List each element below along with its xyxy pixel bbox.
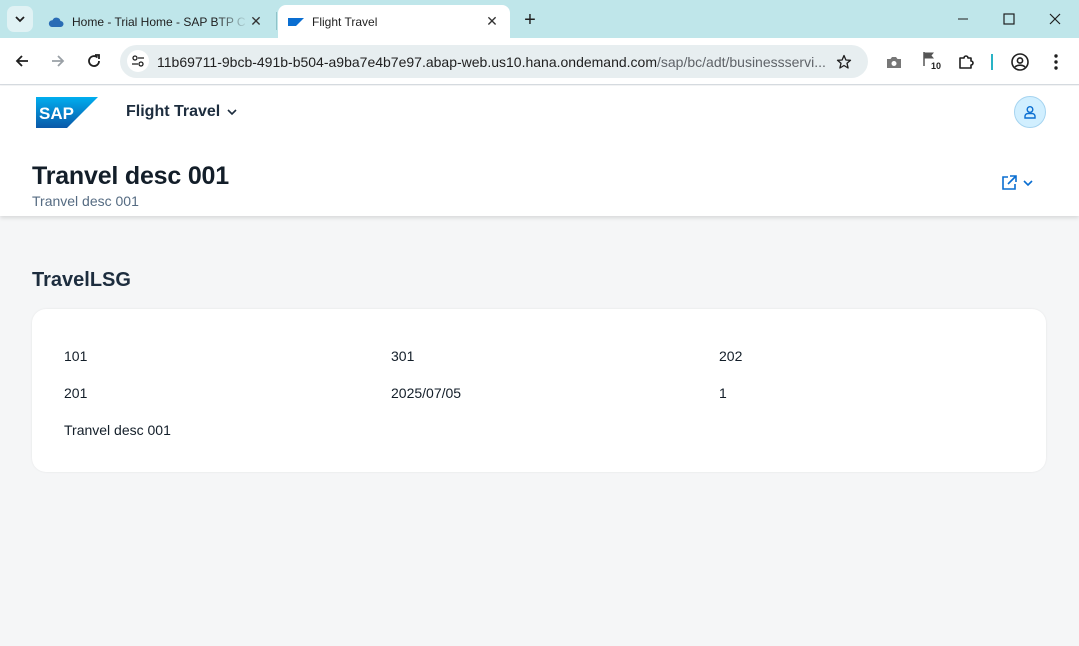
profile-icon[interactable] bbox=[1009, 51, 1031, 73]
flag-extension-icon[interactable]: 10 bbox=[920, 51, 946, 73]
reload-button[interactable] bbox=[81, 48, 107, 74]
app-title-menu[interactable]: Flight Travel bbox=[126, 103, 238, 121]
close-tab-icon[interactable]: ✕ bbox=[484, 13, 500, 30]
toolbar-divider bbox=[991, 54, 993, 70]
chevron-down-icon bbox=[226, 106, 238, 118]
share-menu-button[interactable] bbox=[1000, 174, 1034, 192]
tab-search-button[interactable] bbox=[7, 6, 33, 32]
cloud-icon bbox=[48, 14, 64, 30]
section-title: TravelLSG bbox=[32, 269, 131, 291]
arrow-left-icon bbox=[15, 55, 28, 67]
user-avatar[interactable] bbox=[1014, 96, 1046, 128]
field-value: 301 bbox=[391, 348, 415, 364]
close-tab-icon[interactable]: ✕ bbox=[248, 13, 264, 30]
url-path: /sap/bc/adt/businessservi... bbox=[657, 54, 825, 70]
browser-tab-strip: Home - Trial Home - SAP BTP C ✕ Flight T… bbox=[0, 0, 1079, 38]
tab-trial-home[interactable]: Home - Trial Home - SAP BTP C ✕ bbox=[38, 5, 274, 38]
field-value: Tranvel desc 001 bbox=[64, 422, 171, 438]
logo-text: SAP bbox=[39, 104, 74, 123]
arrow-right-icon bbox=[52, 55, 65, 67]
back-button[interactable] bbox=[9, 48, 35, 74]
maximize-icon[interactable] bbox=[986, 0, 1032, 38]
more-menu-icon[interactable] bbox=[1045, 51, 1067, 73]
tab-flight-travel[interactable]: Flight Travel ✕ bbox=[278, 5, 510, 38]
user-icon bbox=[1024, 106, 1036, 119]
bookmark-star-icon[interactable] bbox=[834, 52, 854, 72]
share-icon bbox=[1002, 175, 1017, 190]
sap-favicon bbox=[288, 14, 304, 30]
field-value: 201 bbox=[64, 385, 88, 401]
field-value: 202 bbox=[719, 348, 743, 364]
field-value: 1 bbox=[719, 385, 727, 401]
url-host: 11b69711-9bcb-491b-b504-a9ba7e4b7e97.aba… bbox=[157, 54, 657, 70]
browser-toolbar: 11b69711-9bcb-491b-b504-a9ba7e4b7e97.aba… bbox=[0, 38, 1079, 85]
sap-shell-header: SAP Flight Travel Tranvel desc 001 Tranv… bbox=[0, 86, 1079, 216]
chevron-down-icon bbox=[1023, 180, 1033, 187]
url-text: 11b69711-9bcb-491b-b504-a9ba7e4b7e97.aba… bbox=[157, 54, 825, 70]
field-group-card: 101 301 202 201 2025/07/05 1 Tranvel des… bbox=[32, 309, 1046, 472]
tab-title: Home - Trial Home - SAP BTP C bbox=[72, 14, 246, 29]
extension-badge: 10 bbox=[931, 61, 942, 71]
address-bar[interactable]: 11b69711-9bcb-491b-b504-a9ba7e4b7e97.aba… bbox=[120, 45, 868, 78]
site-settings-icon[interactable] bbox=[127, 50, 149, 72]
chevron-down-icon bbox=[15, 16, 25, 23]
field-value: 101 bbox=[64, 348, 88, 364]
app-title: Flight Travel bbox=[126, 103, 221, 120]
reload-icon bbox=[88, 54, 100, 67]
field-value: 2025/07/05 bbox=[391, 385, 462, 401]
page-title: Tranvel desc 001 bbox=[32, 162, 229, 190]
extensions-icon[interactable] bbox=[955, 51, 977, 73]
camera-icon[interactable] bbox=[883, 51, 905, 73]
tab-separator bbox=[276, 12, 277, 30]
tab-title: Flight Travel bbox=[312, 14, 378, 29]
new-tab-button[interactable]: + bbox=[519, 9, 541, 31]
forward-button[interactable] bbox=[45, 48, 71, 74]
close-window-icon[interactable] bbox=[1032, 0, 1078, 38]
sap-logo[interactable]: SAP bbox=[36, 97, 98, 128]
page-subtitle: Tranvel desc 001 bbox=[32, 193, 139, 209]
minimize-icon[interactable] bbox=[940, 0, 986, 38]
